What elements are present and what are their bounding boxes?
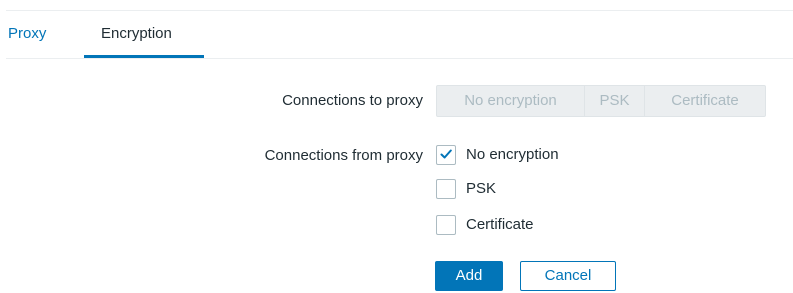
connections-to-proxy-label: Connections to proxy <box>282 92 423 109</box>
checkbox-row-certificate: Certificate <box>436 213 534 237</box>
connections-to-proxy-selector: No encryption PSK Certificate <box>436 85 766 117</box>
psk-checkbox-label: PSK <box>466 180 497 197</box>
cancel-button[interactable]: Cancel <box>520 261 616 291</box>
checkbox-row-psk: PSK <box>436 177 496 201</box>
checkbox-row-no-encryption: No encryption <box>436 143 559 167</box>
segment-no-encryption: No encryption <box>437 86 585 116</box>
tab-encryption[interactable]: Encryption <box>101 24 172 44</box>
no-encryption-checkbox[interactable] <box>436 145 456 165</box>
top-divider <box>6 10 793 11</box>
check-icon <box>440 149 452 159</box>
add-button[interactable]: Add <box>435 261 503 291</box>
certificate-checkbox-label: Certificate <box>466 216 534 233</box>
psk-checkbox[interactable] <box>436 179 456 199</box>
tab-proxy[interactable]: Proxy <box>8 24 46 44</box>
no-encryption-checkbox-label: No encryption <box>466 146 559 163</box>
tabs-divider <box>6 58 793 59</box>
encryption-form-page: Proxy Encryption Connections to proxy No… <box>0 0 793 293</box>
connections-from-proxy-label: Connections from proxy <box>264 147 423 164</box>
segment-certificate: Certificate <box>671 92 739 109</box>
segment-psk: PSK <box>585 86 645 116</box>
certificate-checkbox[interactable] <box>436 215 456 235</box>
